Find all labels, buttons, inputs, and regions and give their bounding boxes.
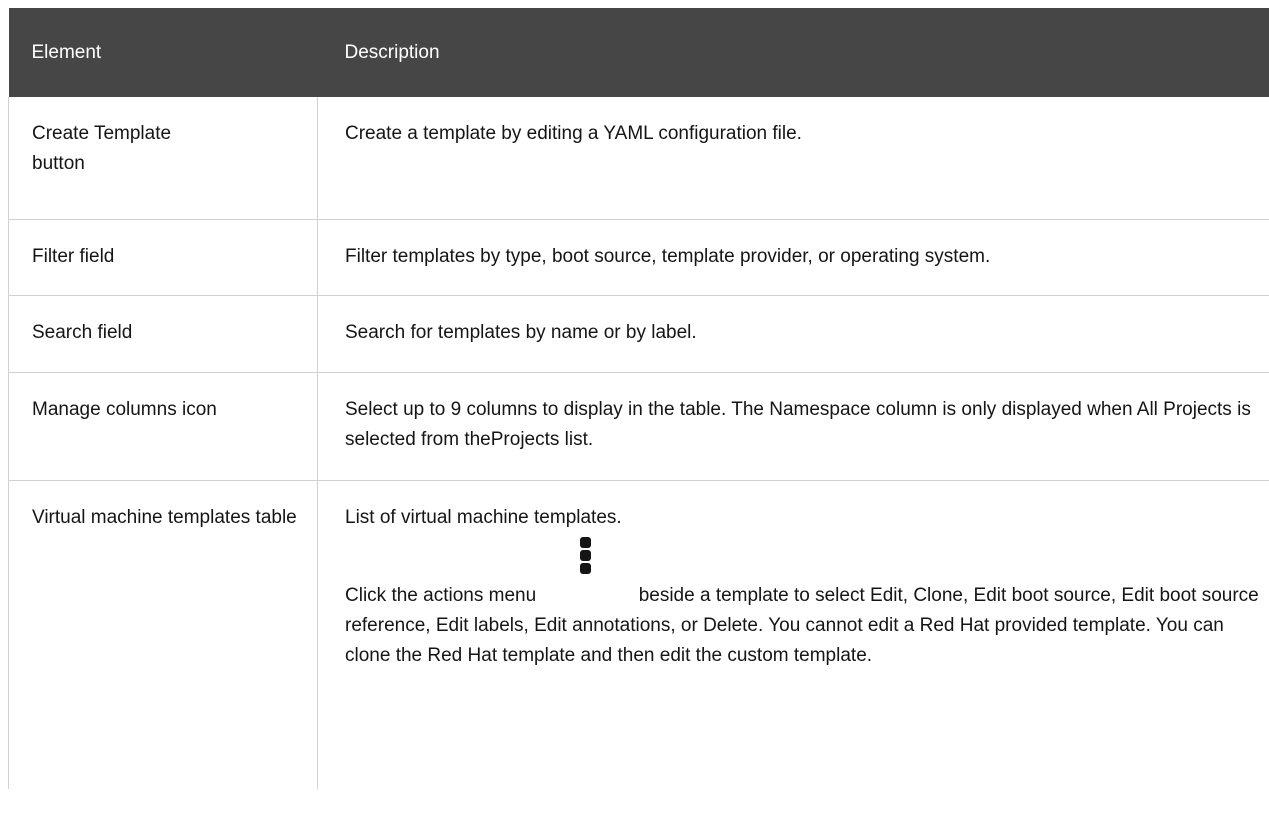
- desc-text: , or: [670, 615, 704, 636]
- desc-term: Edit: [870, 585, 903, 606]
- header-element: Element: [31, 41, 102, 63]
- element-cell: Search field: [8, 295, 318, 373]
- desc-text: Select up to 9 columns to display in the…: [345, 399, 770, 420]
- element-cell: Manage columns icon: [8, 372, 318, 481]
- desc-term: Projects: [490, 429, 560, 450]
- element-cell: Create Template button: [8, 97, 318, 220]
- desc-term: Edit boot source: [973, 585, 1111, 606]
- kebab-menu-icon: [541, 537, 633, 601]
- desc-term: Edit annotations: [534, 615, 671, 636]
- element-cell: Filter field: [8, 219, 318, 296]
- table-row: Manage columns icon Select up to 9 colum…: [8, 372, 1269, 481]
- element-name: Filter: [32, 246, 75, 267]
- desc-term: Edit labels: [435, 615, 524, 636]
- desc-term: Clone: [913, 585, 963, 606]
- table-row: Virtual machine templates table List of …: [8, 480, 1269, 789]
- desc-paragraph: List of virtual machine templates.: [345, 507, 622, 528]
- table-row: Filter field Filter templates by type, b…: [8, 219, 1269, 296]
- desc-text: ,: [425, 615, 436, 636]
- header-description: Description: [344, 41, 440, 63]
- desc-text: list.: [559, 429, 594, 450]
- element-name: Create Template: [32, 123, 172, 144]
- desc-text: column is only displayed when: [870, 399, 1137, 420]
- table-row: Create Template button Create a template…: [8, 97, 1269, 220]
- desc-term: All Projects: [1136, 399, 1232, 420]
- desc-text: ,: [1110, 585, 1122, 606]
- element-cell: Virtual machine templates table: [8, 480, 318, 789]
- description-cell: Select up to 9 columns to display in the…: [317, 372, 1269, 481]
- desc-text: beside a template to select: [633, 585, 871, 606]
- element-type: button: [32, 153, 85, 174]
- desc-paragraph: Click the actions menu beside a template…: [345, 537, 1261, 671]
- description-cell: Filter templates by type, boot source, t…: [317, 219, 1269, 296]
- element-type: field: [74, 246, 115, 267]
- description-cell: Create a template by editing a YAML conf…: [317, 97, 1269, 220]
- table-header-row: Element Description: [8, 8, 1269, 97]
- element-type: icon: [176, 399, 217, 420]
- element-name: Manage columns: [32, 399, 177, 420]
- elements-table: Element Description Create Template butt…: [8, 8, 1269, 789]
- desc-term: Delete: [703, 615, 758, 636]
- desc-text: Click the actions menu: [345, 585, 542, 606]
- desc-text: ,: [902, 585, 914, 606]
- desc-text: ,: [962, 585, 974, 606]
- desc-text: ,: [523, 615, 535, 636]
- description-cell: Search for templates by name or by label…: [317, 295, 1269, 373]
- desc-term: Namespace: [769, 399, 871, 420]
- description-cell: List of virtual machine templates. Click…: [317, 480, 1269, 789]
- table-row: Search field Search for templates by nam…: [8, 295, 1269, 373]
